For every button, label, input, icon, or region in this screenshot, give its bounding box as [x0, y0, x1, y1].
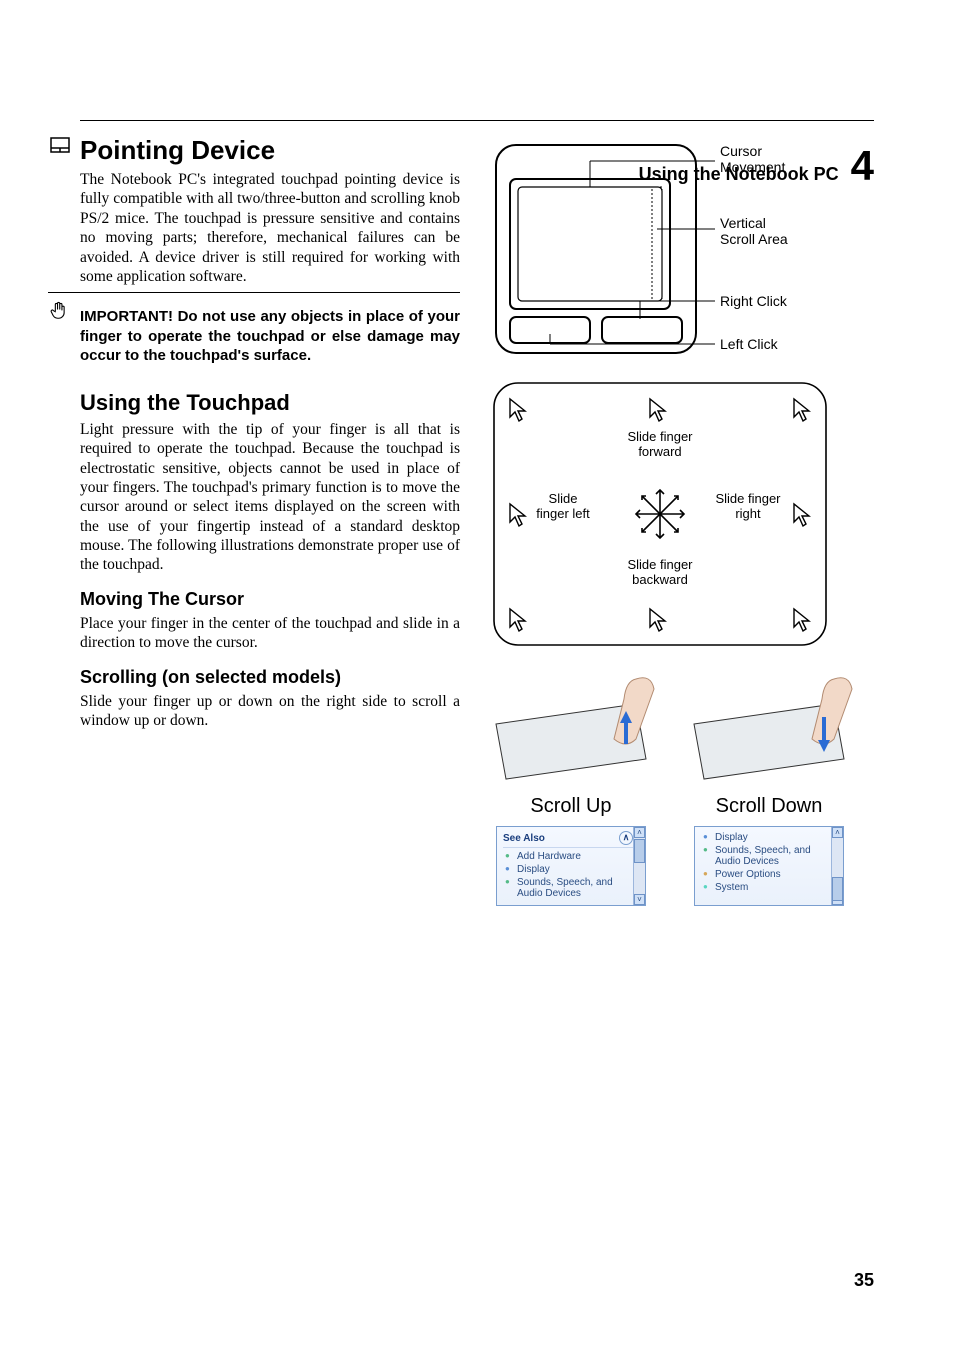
section-title: Pointing Device [80, 135, 275, 166]
label-cursor-movement: CursorMovement [720, 143, 785, 175]
label-slide-forward: Slide fingerforward [610, 429, 710, 459]
scroll-down-arrow-icon: ˅ [634, 894, 645, 905]
scrollbar-thumb [634, 839, 645, 863]
page-number: 35 [854, 1270, 874, 1291]
scroll-up-arrow-icon: ˄ [634, 827, 645, 838]
scroll-panel-up: See Also ∧ Add Hardware Display Sounds, … [496, 826, 646, 906]
caption-scroll-up: Scroll Up [486, 795, 656, 818]
collapse-icon: ∧ [619, 831, 633, 845]
finger-direction-figure: Slide fingerforward Slide fingerbackward… [490, 379, 830, 649]
panel-item: Add Hardware [503, 850, 633, 863]
panel-title: See Also ∧ [503, 831, 633, 848]
section-scrolling: Scrolling (on selected models) [80, 667, 460, 688]
panel-item: Sounds, Speech, and Audio Devices [701, 844, 831, 868]
important-callout: IMPORTANT! Do not use any objects in pla… [48, 292, 460, 366]
moving-cursor-body: Place your finger in the center of the t… [80, 614, 460, 653]
important-text: IMPORTANT! Do not use any objects in pla… [80, 307, 460, 366]
using-touchpad-body: Light pressure with the tip of your fing… [80, 420, 460, 575]
section-using-touchpad: Using the Touchpad [80, 390, 460, 416]
scroll-panel-down: Display Sounds, Speech, and Audio Device… [694, 826, 844, 906]
label-right-click: Right Click [720, 293, 787, 309]
label-slide-right: Slide fingerright [708, 491, 788, 521]
scrolling-body: Slide your finger up or down on the righ… [80, 692, 460, 731]
panel-item: Display [503, 863, 633, 876]
panel-item: System [701, 881, 831, 894]
touchpad-schematic-figure: CursorMovement VerticalScroll Area Right… [490, 139, 830, 359]
caution-hand-icon [48, 299, 70, 366]
scrollbar-thumb [832, 877, 843, 901]
chapter-number: 4 [851, 145, 874, 187]
header-rule [80, 120, 874, 121]
section-moving-cursor: Moving The Cursor [80, 589, 460, 610]
touchpad-section-icon [48, 135, 72, 166]
pointing-device-body: The Notebook PC's integrated touchpad po… [80, 170, 460, 286]
label-left-click: Left Click [720, 336, 778, 352]
label-slide-backward: Slide fingerbackward [610, 557, 710, 587]
scroll-up-arrow-icon: ˄ [832, 827, 843, 838]
label-vertical-scroll: VerticalScroll Area [720, 215, 788, 247]
panel-item: Power Options [701, 868, 831, 881]
panel-item: Sounds, Speech, and Audio Devices [503, 876, 633, 900]
caption-scroll-down: Scroll Down [684, 795, 854, 818]
scroll-down-sketch [684, 669, 854, 789]
scroll-figure: Scroll Up See Also ∧ Add Hardware Displa… [490, 669, 850, 959]
panel-item: Display [701, 831, 831, 844]
label-slide-left: Slidefinger left [528, 491, 598, 521]
scroll-up-sketch [486, 669, 656, 789]
section-pointing-device: Pointing Device [48, 135, 460, 166]
